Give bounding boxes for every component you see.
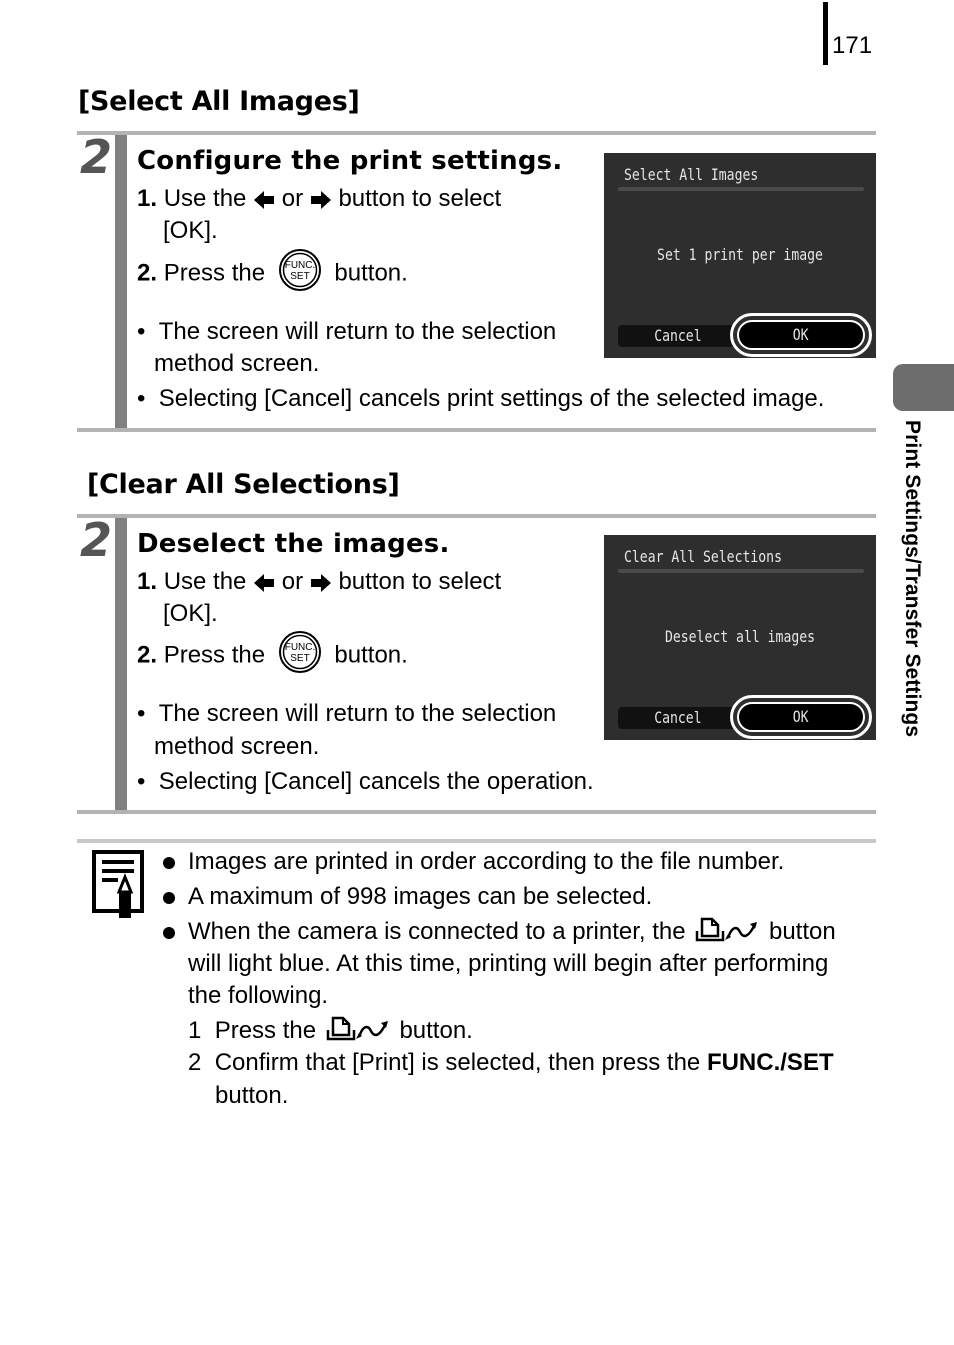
instruction-1-continued: [OK]. [163, 217, 218, 244]
bullet-dot [163, 927, 175, 939]
screen-title-rule [618, 569, 864, 573]
section-top-rule [77, 131, 876, 135]
sub-step-2-continued: button. [215, 1082, 289, 1109]
screen-title: Select All Images [624, 165, 759, 184]
chapter-side-label: Print Settings/Transfer Settings [901, 420, 924, 738]
func-set-button-icon: FUNC. SET [278, 249, 321, 291]
instruction-1: 1. Use the or button to select [137, 568, 502, 595]
sub-step-2: 2 Confirm that [Print] is selected, then… [188, 1049, 834, 1076]
note-1: Images are printed in order according to… [188, 848, 785, 875]
bullet-dot [163, 857, 175, 869]
left-arrow-button-icon [254, 573, 275, 592]
page-number-rule [823, 2, 828, 65]
step-side-bar [115, 135, 127, 429]
step-side-bar [115, 518, 127, 811]
section-heading-select-all: [Select All Images] [78, 86, 360, 117]
section-top-rule [77, 514, 876, 518]
print-share-button-icon [696, 917, 758, 941]
section-heading-clear-all: [Clear All Selections] [87, 469, 400, 500]
instruction-1: 1. Use the or button to select [137, 185, 502, 212]
instruction-1-continued: [OK]. [163, 600, 218, 627]
step-number: 2 [80, 513, 113, 567]
right-arrow-button-icon [310, 573, 331, 592]
step-number: 2 [80, 130, 113, 184]
instruction-number: 2. [137, 641, 158, 669]
camera-screen-clear-all: Clear All Selections Deselect all images… [604, 535, 876, 740]
svg-text:FUNC.: FUNC. [284, 260, 315, 271]
page-number: 171 [832, 32, 873, 59]
screen-ok-button-highlight: OK [730, 313, 872, 357]
note-pencil-icon [92, 850, 144, 918]
bullet-note-1-continued: method screen. [154, 733, 320, 760]
instruction-number: 1. [137, 185, 158, 212]
bullet-note-1: • The screen will return to the selectio… [137, 700, 557, 727]
instruction-number: 2. [137, 259, 158, 287]
notes-top-rule [77, 839, 876, 843]
section-bottom-rule [77, 428, 876, 432]
instruction-2: 2. Press the FUNC. SET button. [137, 249, 408, 292]
screen-ok-button: OK [737, 320, 865, 350]
note-3-line-3: the following. [188, 982, 329, 1009]
svg-text:FUNC.: FUNC. [284, 642, 315, 653]
camera-screen-select-all: Select All Images Set 1 print per image … [604, 153, 876, 358]
func-set-label: FUNC./SET [706, 1049, 834, 1076]
bullet-note-2: • Selecting [Cancel] cancels print setti… [137, 385, 825, 412]
section-bottom-rule [77, 810, 876, 814]
svg-text:SET: SET [290, 271, 309, 282]
screen-cancel-button: Cancel [618, 707, 738, 729]
screen-ok-button: OK [737, 702, 865, 732]
step-title: Configure the print settings. [137, 146, 563, 176]
note-3: When the camera is connected to a printe… [188, 917, 836, 947]
bullet-note-2: • Selecting [Cancel] cancels the operati… [137, 768, 594, 795]
func-set-button-icon: FUNC. SET [278, 631, 321, 673]
print-share-button-icon [326, 1016, 388, 1040]
instruction-2: 2. Press the FUNC. SET button. [137, 631, 408, 674]
right-arrow-button-icon [310, 190, 331, 209]
svg-text:SET: SET [290, 653, 309, 664]
screen-title-rule [618, 187, 864, 191]
instruction-number: 1. [137, 568, 158, 595]
bullet-dot [163, 892, 175, 904]
screen-title: Clear All Selections [624, 547, 782, 566]
bullet-note-1-continued: method screen. [154, 350, 320, 377]
screen-message: Deselect all images [664, 627, 816, 646]
sub-step-1: 1 Press the button. [188, 1016, 473, 1046]
note-3-line-2: will light blue. At this time, printing … [188, 950, 829, 977]
screen-cancel-button: Cancel [618, 325, 738, 347]
screen-ok-button-highlight: OK [730, 695, 872, 739]
screen-message: Set 1 print per image [657, 245, 823, 264]
note-2: A maximum of 998 images can be selected. [188, 883, 653, 910]
chapter-side-tab [893, 364, 954, 411]
step-title: Deselect the images. [137, 529, 450, 559]
bullet-note-1: • The screen will return to the selectio… [137, 318, 557, 345]
left-arrow-button-icon [254, 190, 275, 209]
